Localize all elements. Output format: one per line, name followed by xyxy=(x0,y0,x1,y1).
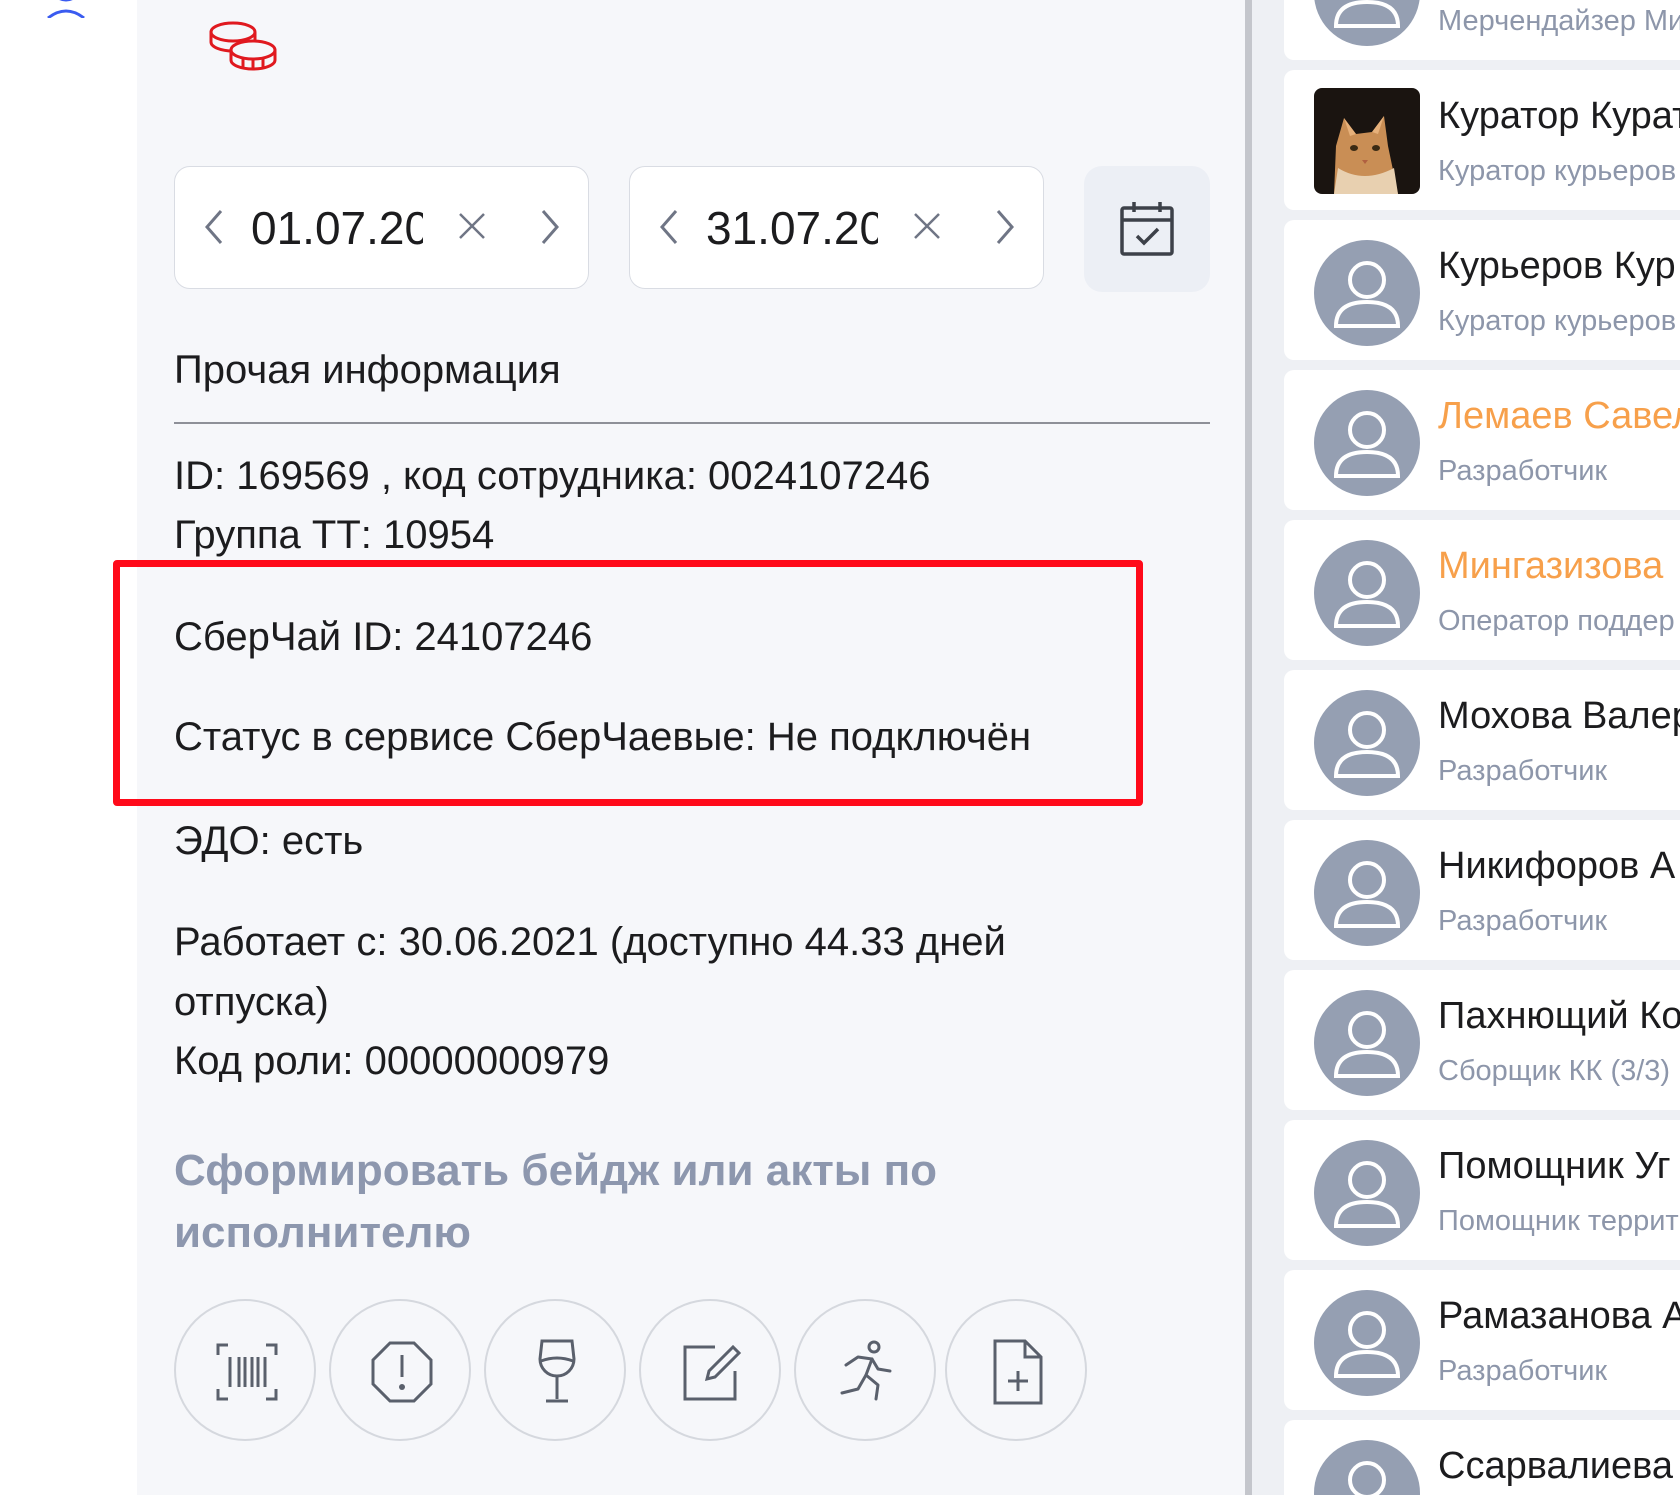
avatar-person-icon xyxy=(1314,840,1420,946)
group-line: Группа ТТ: 10954 xyxy=(174,513,495,557)
employee-id-line: ID: 169569 , код сотрудника: 0024107246 xyxy=(174,454,931,498)
employee-name: Никифоров А xyxy=(1438,845,1676,887)
employee-role: Разработчик xyxy=(1438,755,1608,787)
avatar-person-icon xyxy=(1314,1290,1420,1396)
warning-octagon-icon xyxy=(371,1341,433,1403)
chevron-right-icon[interactable] xyxy=(992,207,1018,247)
running-person-icon xyxy=(840,1340,892,1401)
avatar-person-icon xyxy=(1314,690,1420,796)
employee-name: Куратор Курат xyxy=(1438,95,1680,137)
add-document-icon xyxy=(993,1339,1043,1405)
avatar-person-icon xyxy=(1314,540,1420,646)
employee-role: Куратор курьеров xyxy=(1438,305,1677,337)
employee-details-panel: 01.07.2021 31.07.2021 xyxy=(113,0,1245,1495)
chevron-left-icon[interactable] xyxy=(201,207,227,247)
avatar-person-icon xyxy=(1314,1140,1420,1246)
employee-name: Ссарвалиева xyxy=(1438,1445,1674,1487)
employee-card[interactable]: Мингазизова Оператор поддер xyxy=(1284,520,1680,660)
employee-role: Разработчик xyxy=(1438,1355,1608,1387)
employee-card[interactable]: Мерчендайзер Ми xyxy=(1284,0,1680,60)
date-to-value[interactable]: 31.07.2021 xyxy=(706,198,878,258)
employee-name: Помощник Уг xyxy=(1438,1145,1671,1187)
employee-list: Мерчендайзер Ми Куратор Курат Куратор курь… xyxy=(1252,0,1680,1495)
employee-name: Лемаев Савел xyxy=(1438,395,1680,437)
chevron-left-icon[interactable] xyxy=(656,207,682,247)
clear-icon[interactable] xyxy=(457,211,487,241)
avatar-person-icon xyxy=(1314,1440,1420,1495)
divider xyxy=(174,422,1210,424)
section-title: Прочая информация xyxy=(174,348,561,392)
panel-splitter[interactable] xyxy=(1245,0,1252,1495)
employee-name: Рамазанова А xyxy=(1438,1295,1680,1337)
employee-role: Куратор курьеров xyxy=(1438,155,1677,187)
calendar-icon xyxy=(1120,202,1174,256)
employee-card[interactable]: Мохова Валер Разработчик xyxy=(1284,670,1680,810)
works-since-line: Работает с: 30.06.2021 (доступно 44.33 д… xyxy=(174,920,1006,1024)
employee-role: Помощник террит xyxy=(1438,1205,1679,1237)
employee-card[interactable]: Помощник Уг Помощник террит xyxy=(1284,1120,1680,1260)
employee-name: Пахнющий Ко xyxy=(1438,995,1680,1037)
employee-role: Разработчик xyxy=(1438,455,1608,487)
barcode-scan-button[interactable] xyxy=(174,1299,316,1441)
barcode-scan-icon xyxy=(216,1343,278,1401)
employee-role: Оператор поддер xyxy=(1438,605,1675,637)
highlight-frame xyxy=(113,560,1143,806)
date-from-input[interactable]: 01.07.2021 xyxy=(174,166,589,289)
date-to-input[interactable]: 31.07.2021 xyxy=(629,166,1044,289)
coins-icon[interactable] xyxy=(207,18,279,74)
employee-card[interactable]: Ссарвалиева xyxy=(1284,1420,1680,1495)
employee-name: Мохова Валер xyxy=(1438,695,1680,737)
edit-icon xyxy=(683,1344,742,1401)
sber-id-line: СберЧай ID: 24107246 xyxy=(174,615,593,659)
running-person-button[interactable] xyxy=(794,1299,936,1441)
employee-name: Мингазизова xyxy=(1438,545,1664,587)
employee-card[interactable]: Рамазанова А Разработчик xyxy=(1284,1270,1680,1410)
sber-status-line: Статус в сервисе СберЧаевые: Не подключё… xyxy=(174,715,1032,759)
user-icon[interactable] xyxy=(40,0,92,18)
clear-icon[interactable] xyxy=(912,211,942,241)
employee-card[interactable]: Курьеров Кур Куратор курьеров xyxy=(1284,220,1680,360)
avatar-photo xyxy=(1314,88,1420,194)
edit-button[interactable] xyxy=(639,1299,781,1441)
avatar-person-icon xyxy=(1314,240,1420,346)
employee-card[interactable]: Никифоров А Разработчик xyxy=(1284,820,1680,960)
calendar-button[interactable] xyxy=(1084,166,1210,292)
avatar-person-icon xyxy=(1314,990,1420,1096)
employee-role: Разработчик xyxy=(1438,905,1608,937)
date-from-value[interactable]: 01.07.2021 xyxy=(251,198,423,258)
warning-button[interactable] xyxy=(329,1299,471,1441)
role-code-line: Код роли: 00000000979 xyxy=(174,1039,610,1083)
employee-name: Курьеров Кур xyxy=(1438,245,1676,287)
avatar-person-icon xyxy=(1314,390,1420,496)
edo-line: ЭДО: есть xyxy=(174,819,364,863)
employee-card[interactable]: Пахнющий Ко Сборщик КК (3/3) xyxy=(1284,970,1680,1110)
employee-role: Сборщик КК (3/3) xyxy=(1438,1055,1671,1087)
employee-role: Мерчендайзер Ми xyxy=(1438,5,1680,37)
chevron-right-icon[interactable] xyxy=(537,207,563,247)
employee-card[interactable]: Куратор Курат Куратор курьеров xyxy=(1284,70,1680,210)
avatar-person-icon xyxy=(1314,0,1420,46)
generate-badge-link[interactable]: Сформировать бейдж или акты по исполните… xyxy=(174,1140,1074,1264)
wine-glass-icon xyxy=(538,1339,576,1403)
employee-card[interactable]: Лемаев Савел Разработчик xyxy=(1284,370,1680,510)
wine-glass-button[interactable] xyxy=(484,1299,626,1441)
add-document-button[interactable] xyxy=(945,1299,1087,1441)
